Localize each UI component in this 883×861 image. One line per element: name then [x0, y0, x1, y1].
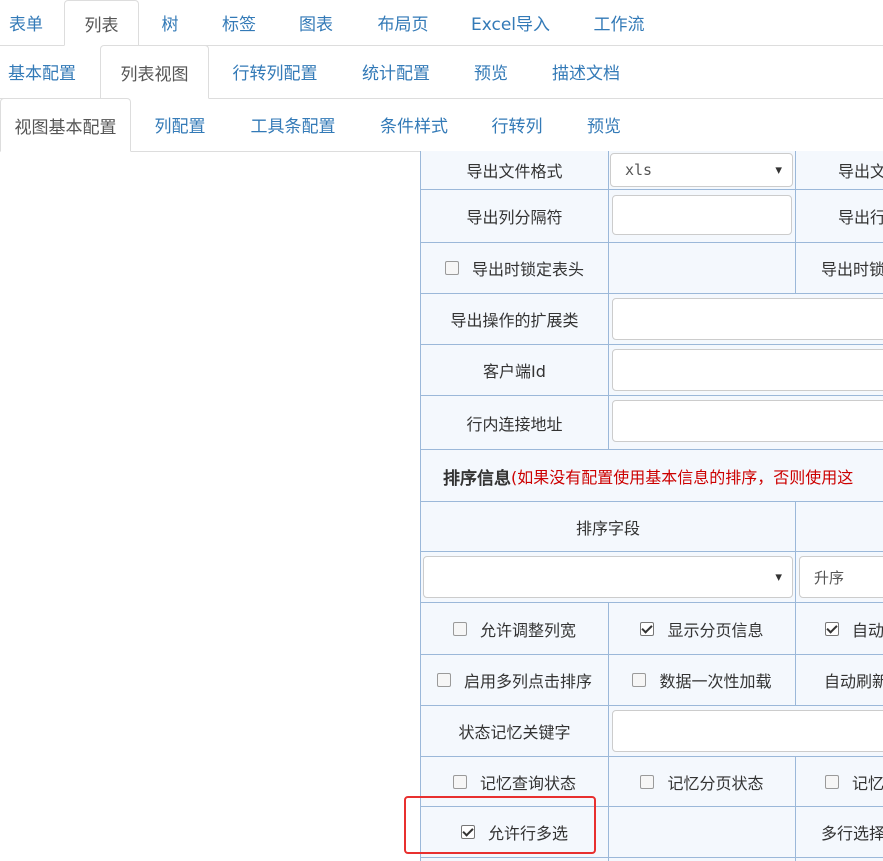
show-paging-checkbox[interactable]	[640, 621, 655, 636]
sort-field-header: 排序字段	[575, 518, 640, 538]
chevron-down-icon: ▼	[775, 570, 782, 584]
allow-resize-checkbox[interactable]	[452, 621, 467, 636]
export-format-select[interactable]: xls ▼	[610, 153, 793, 187]
tab-form[interactable]: 表单	[0, 0, 52, 45]
sort-field-select[interactable]: ▼	[423, 556, 793, 598]
load-once-label: 数据一次性加载	[659, 672, 772, 691]
remember-paging-label: 记忆分页状态	[667, 773, 764, 793]
tab-description-doc[interactable]: 描述文档	[538, 45, 634, 98]
tab-row-to-col[interactable]: 行转列	[478, 98, 556, 151]
view-tab-bar: 视图基本配置 列配置 工具条配置 条件样式 行转列 预览	[0, 98, 883, 152]
export-row-right-label: 导出行	[838, 208, 883, 227]
tab-toolbar-config[interactable]: 工具条配置	[236, 98, 350, 151]
show-paging-option[interactable]: 显示分页信息	[609, 603, 795, 654]
sort-section-note: (如果没有配置使用基本信息的排序，否则使用这	[511, 468, 854, 487]
auto-checkbox[interactable]	[825, 621, 839, 636]
tab-chart[interactable]: 图表	[283, 0, 349, 45]
tab-layout-page[interactable]: 布局页	[360, 0, 446, 45]
tab-conditional-style[interactable]: 条件样式	[366, 98, 462, 151]
auto-option[interactable]: 自动	[825, 603, 883, 654]
export-extension-input[interactable]	[612, 298, 883, 340]
export-lock-right-label: 导出时锁	[821, 260, 883, 279]
tab-view-preview[interactable]: 预览	[574, 98, 634, 151]
lock-header-label: 导出时锁定表头	[471, 260, 584, 279]
show-paging-label: 显示分页信息	[667, 620, 764, 640]
allow-resize-option[interactable]: 允许调整列宽	[421, 603, 608, 654]
sort-order-select[interactable]: 升序	[799, 556, 883, 598]
inline-link-input[interactable]	[612, 400, 883, 442]
export-format-label: 导出文件格式	[466, 162, 563, 181]
multi-select-right-label: 多行选择	[821, 824, 883, 843]
top-tab-bar: 表单 列表 树 标签 图表 布局页 Excel导入 工作流	[0, 0, 883, 46]
lock-header-option[interactable]: 导出时锁定表头	[421, 243, 608, 293]
remember-right-option[interactable]: 记忆	[825, 757, 883, 806]
remember-paging-checkbox[interactable]	[640, 774, 655, 789]
load-once-checkbox[interactable]	[632, 673, 647, 687]
export-separator-input[interactable]	[612, 195, 792, 235]
sort-order-value: 升序	[814, 568, 845, 587]
inline-link-label: 行内连接地址	[466, 414, 563, 434]
tab-workflow[interactable]: 工作流	[576, 0, 662, 45]
tab-column-config[interactable]: 列配置	[142, 98, 218, 151]
state-key-label: 状态记忆关键字	[458, 723, 571, 742]
tab-basic-config[interactable]: 基本配置	[0, 45, 84, 98]
chevron-down-icon: ▼	[775, 163, 782, 177]
tab-preview[interactable]: 预览	[462, 45, 520, 98]
remember-query-checkbox[interactable]	[452, 774, 467, 789]
export-extension-label: 导出操作的扩展类	[450, 311, 579, 330]
sort-section-title: 排序信息	[443, 468, 511, 489]
state-key-input[interactable]	[612, 710, 883, 752]
remember-right-label: 记忆	[852, 773, 883, 793]
sub-tab-bar: 基本配置 列表视图 行转列配置 统计配置 预览 描述文档	[0, 45, 883, 99]
highlight-box	[404, 796, 596, 854]
tab-excel-import[interactable]: Excel导入	[458, 0, 563, 45]
export-file-right-label: 导出文	[838, 162, 883, 181]
tab-row-to-col-config[interactable]: 行转列配置	[220, 45, 330, 98]
remember-query-label: 记忆查询状态	[479, 773, 576, 793]
multi-sort-label: 启用多列点击排序	[463, 672, 592, 691]
sort-section-heading: 排序信息 (如果没有配置使用基本信息的排序，否则使用这	[443, 450, 853, 502]
export-separator-label: 导出列分隔符	[466, 208, 563, 227]
export-format-value: xls	[625, 161, 653, 179]
client-id-input[interactable]	[612, 349, 883, 391]
remember-right-checkbox[interactable]	[825, 774, 839, 789]
multi-sort-checkbox[interactable]	[436, 673, 451, 687]
tab-tree[interactable]: 树	[145, 0, 195, 45]
load-once-option[interactable]: 数据一次性加载	[609, 655, 795, 705]
tab-label[interactable]: 标签	[206, 0, 272, 45]
multi-sort-option[interactable]: 启用多列点击排序	[421, 655, 608, 705]
client-id-label: 客户端Id	[483, 362, 546, 381]
tab-list-view[interactable]: 列表视图	[100, 45, 209, 99]
tab-view-basic-config[interactable]: 视图基本配置	[0, 98, 131, 152]
tab-list[interactable]: 列表	[64, 0, 139, 46]
auto-label: 自动	[852, 620, 883, 640]
lock-header-checkbox[interactable]	[444, 261, 459, 275]
auto-refresh-label: 自动刷新	[824, 672, 883, 691]
allow-resize-label: 允许调整列宽	[479, 620, 576, 640]
tab-stats-config[interactable]: 统计配置	[348, 45, 444, 98]
remember-paging-option[interactable]: 记忆分页状态	[609, 757, 795, 806]
